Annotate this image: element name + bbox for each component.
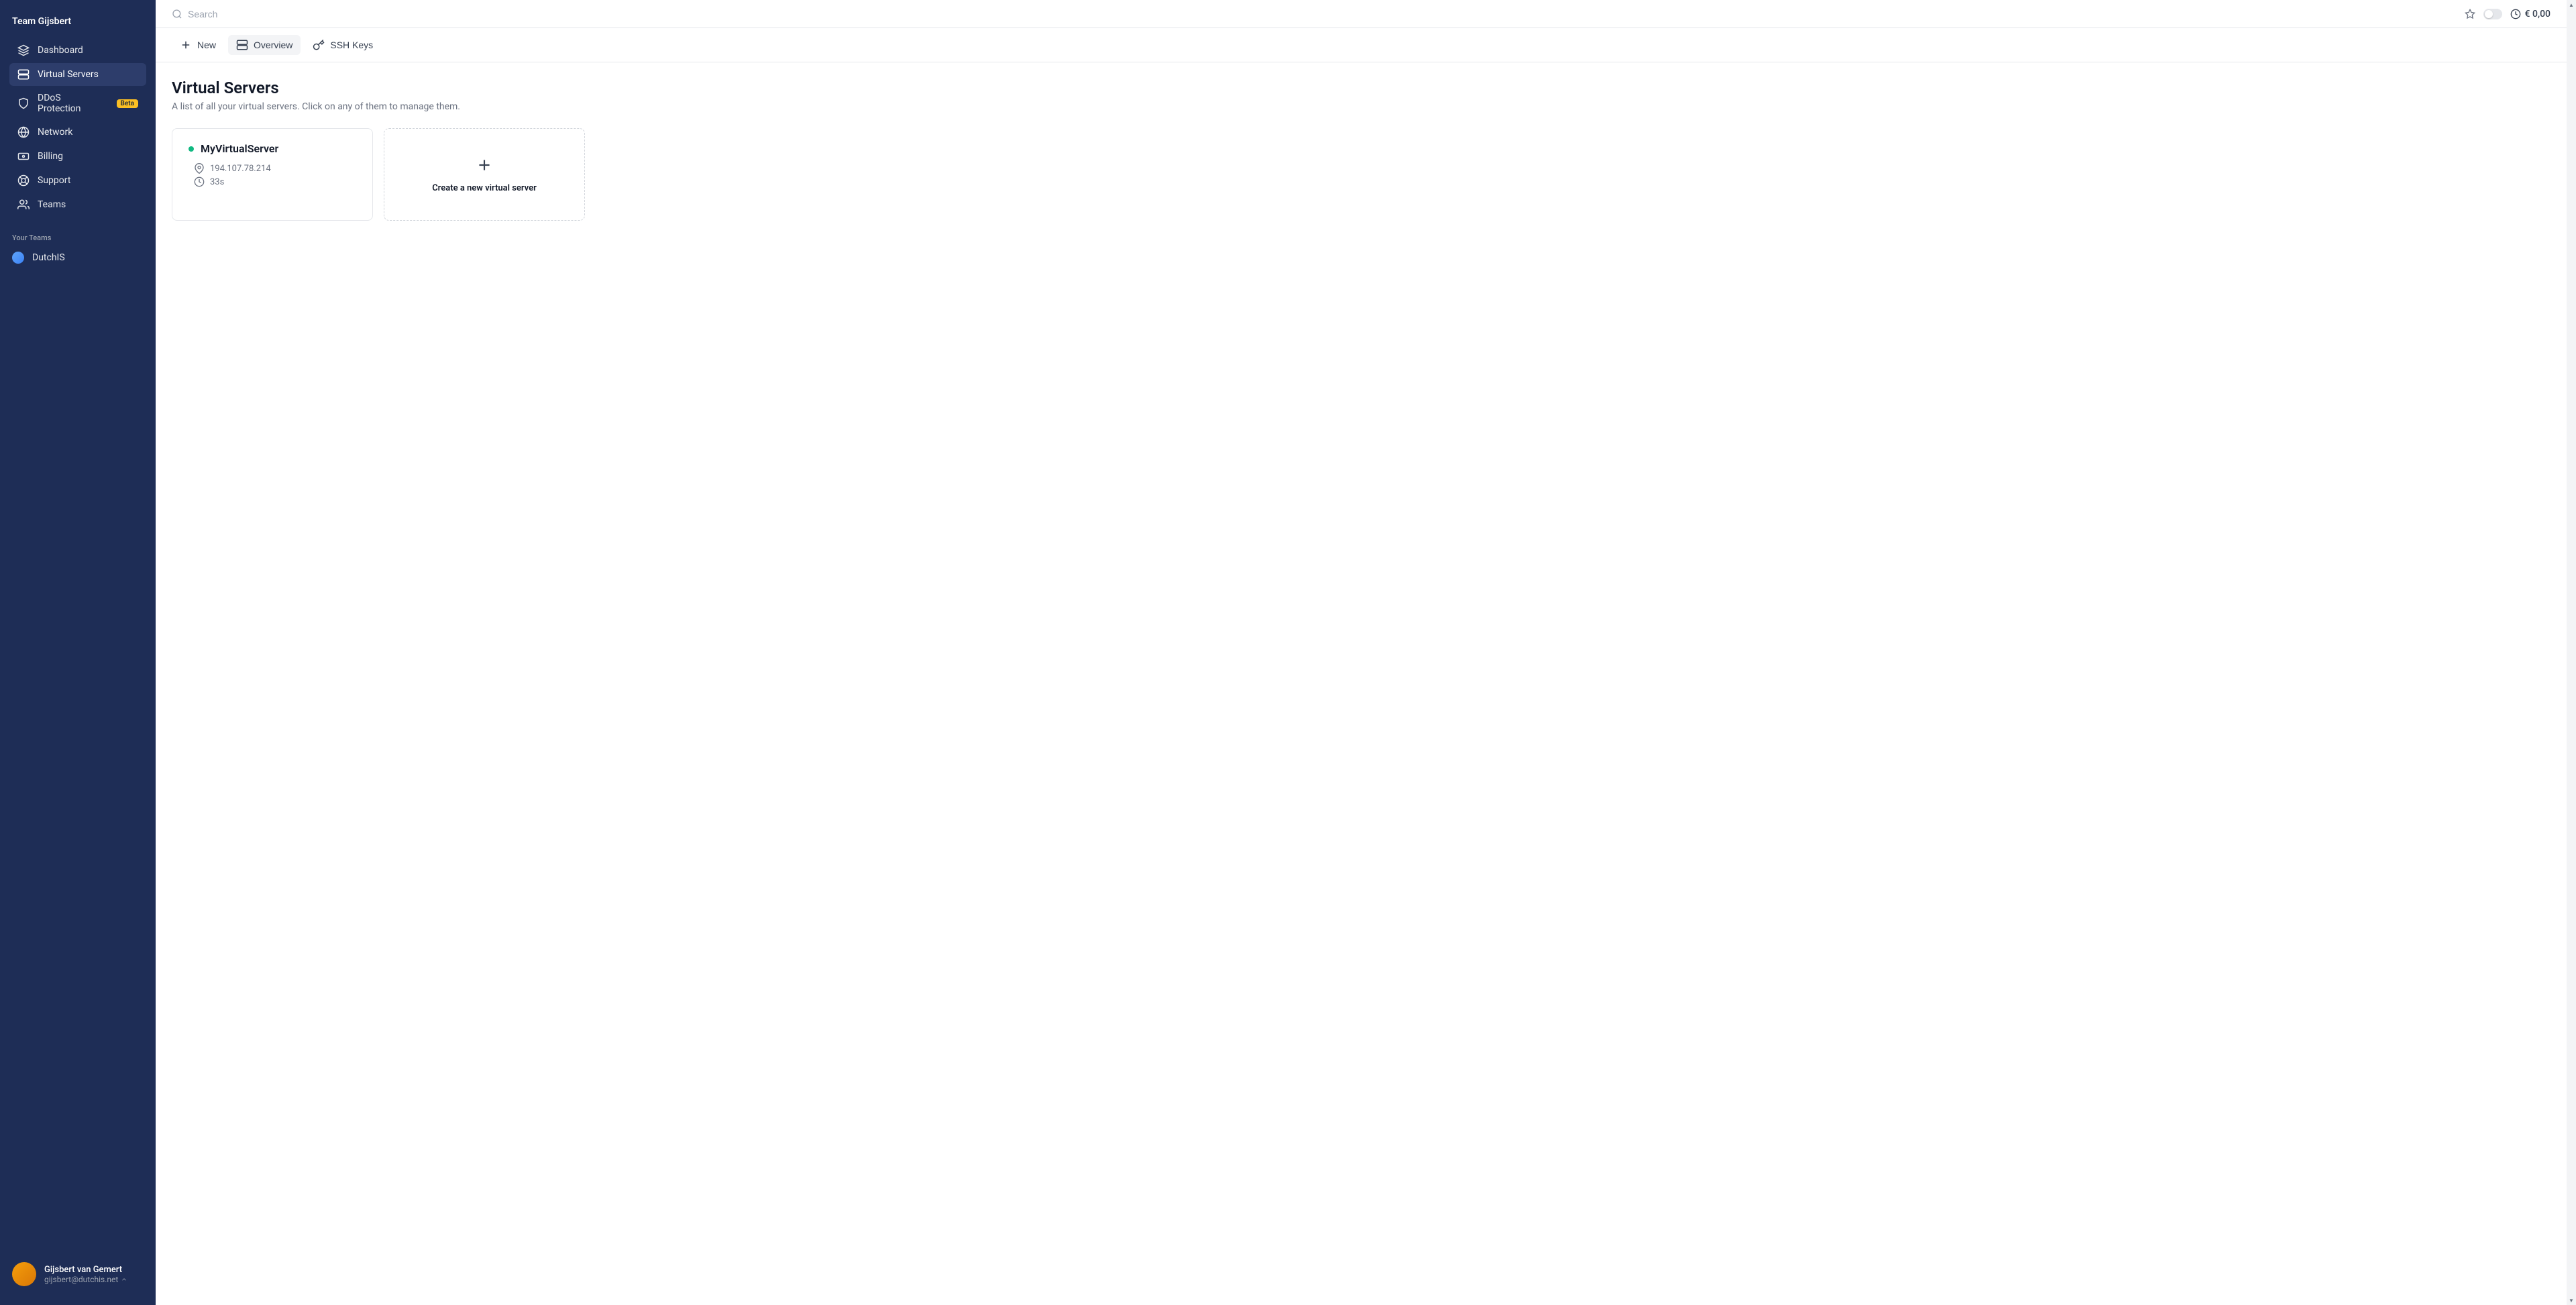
user-name: Gijsbert van Gemert [44,1265,144,1275]
lifebuoy-icon [17,174,30,187]
nav-label: Teams [38,199,66,210]
server-ip: 194.107.78.214 [210,164,271,174]
clock-icon [194,176,205,187]
topbar: € 0,00 [156,0,2567,28]
users-icon [17,199,30,211]
beta-badge: Beta [117,99,138,108]
sidebar-item-ddos-protection[interactable]: DDoS Protection Beta [9,87,146,119]
content: Virtual Servers A list of all your virtu… [156,62,2567,237]
main: € 0,00 New Overview SSH Keys Virtual Ser… [156,0,2567,1305]
create-server-card[interactable]: Create a new virtual server [384,128,585,221]
scrollbar-down-icon[interactable]: ▼ [2567,1296,2576,1305]
user-avatar [12,1262,36,1286]
nav-label: Dashboard [38,45,83,56]
team-item-dutchis[interactable]: DutchIS [0,248,156,268]
your-teams-label: Your Teams [0,221,156,248]
server-uptime: 33s [210,177,224,187]
server-name: MyVirtualServer [201,142,278,155]
plus-icon [180,39,192,51]
balance-amount: € 0,00 [2525,9,2551,19]
status-dot-icon [189,146,194,152]
team-avatar [12,252,24,264]
nav-label: DDoS Protection [38,93,106,114]
shield-icon [17,97,30,109]
nav-label: Network [38,127,72,138]
server-header: MyVirtualServer [189,142,356,155]
create-label: Create a new virtual server [432,183,537,193]
page-title: Virtual Servers [172,79,2551,97]
server-grid: MyVirtualServer 194.107.78.214 33s Creat… [172,128,2551,221]
toolbar-label: Overview [254,40,292,50]
server-uptime-row: 33s [189,176,356,187]
overview-button[interactable]: Overview [228,35,301,55]
sidebar-item-dashboard[interactable]: Dashboard [9,39,146,62]
user-info: Gijsbert van Gemert gijsbert@dutchis.net [44,1265,144,1284]
globe-icon [17,126,30,138]
scrollbar[interactable]: ▲ ▼ [2567,0,2576,1305]
cash-icon [17,150,30,162]
team-label: DutchIS [32,252,65,263]
ssh-keys-button[interactable]: SSH Keys [305,35,381,55]
sidebar-item-teams[interactable]: Teams [9,193,146,216]
balance-display[interactable]: € 0,00 [2510,9,2551,19]
team-header: Team Gijsbert [0,11,156,39]
chevron-up-icon [121,1276,127,1283]
server-icon [17,68,30,81]
gauge-icon [2510,9,2521,19]
search-icon [172,9,182,19]
nav-list: Dashboard Virtual Servers DDoS Protectio… [0,39,156,217]
sidebar-item-support[interactable]: Support [9,169,146,192]
server-card[interactable]: MyVirtualServer 194.107.78.214 33s [172,128,373,221]
nav-label: Billing [38,151,63,162]
nav-label: Support [38,175,70,186]
sidebar-item-billing[interactable]: Billing [9,145,146,168]
key-icon [313,39,325,51]
toolbar: New Overview SSH Keys [156,28,2567,62]
page-subtitle: A list of all your virtual servers. Clic… [172,101,2551,112]
sidebar-item-network[interactable]: Network [9,121,146,144]
new-button[interactable]: New [172,35,224,55]
plus-icon [476,156,493,174]
map-pin-icon [194,163,205,174]
layers-icon [17,44,30,56]
search-input[interactable] [188,9,2465,19]
user-email: gijsbert@dutchis.net [44,1275,144,1284]
sidebar-item-virtual-servers[interactable]: Virtual Servers [9,63,146,86]
server-ip-row: 194.107.78.214 [189,163,356,174]
toolbar-label: SSH Keys [330,40,373,50]
user-profile[interactable]: Gijsbert van Gemert gijsbert@dutchis.net [0,1254,156,1294]
toolbar-label: New [197,40,216,50]
nav-label: Virtual Servers [38,69,99,80]
scrollbar-up-icon[interactable]: ▲ [2567,0,2576,9]
star-icon[interactable] [2465,9,2475,19]
server-icon [236,39,248,51]
sidebar: Team Gijsbert Dashboard Virtual Servers … [0,0,156,1305]
toggle-switch[interactable] [2483,9,2502,19]
